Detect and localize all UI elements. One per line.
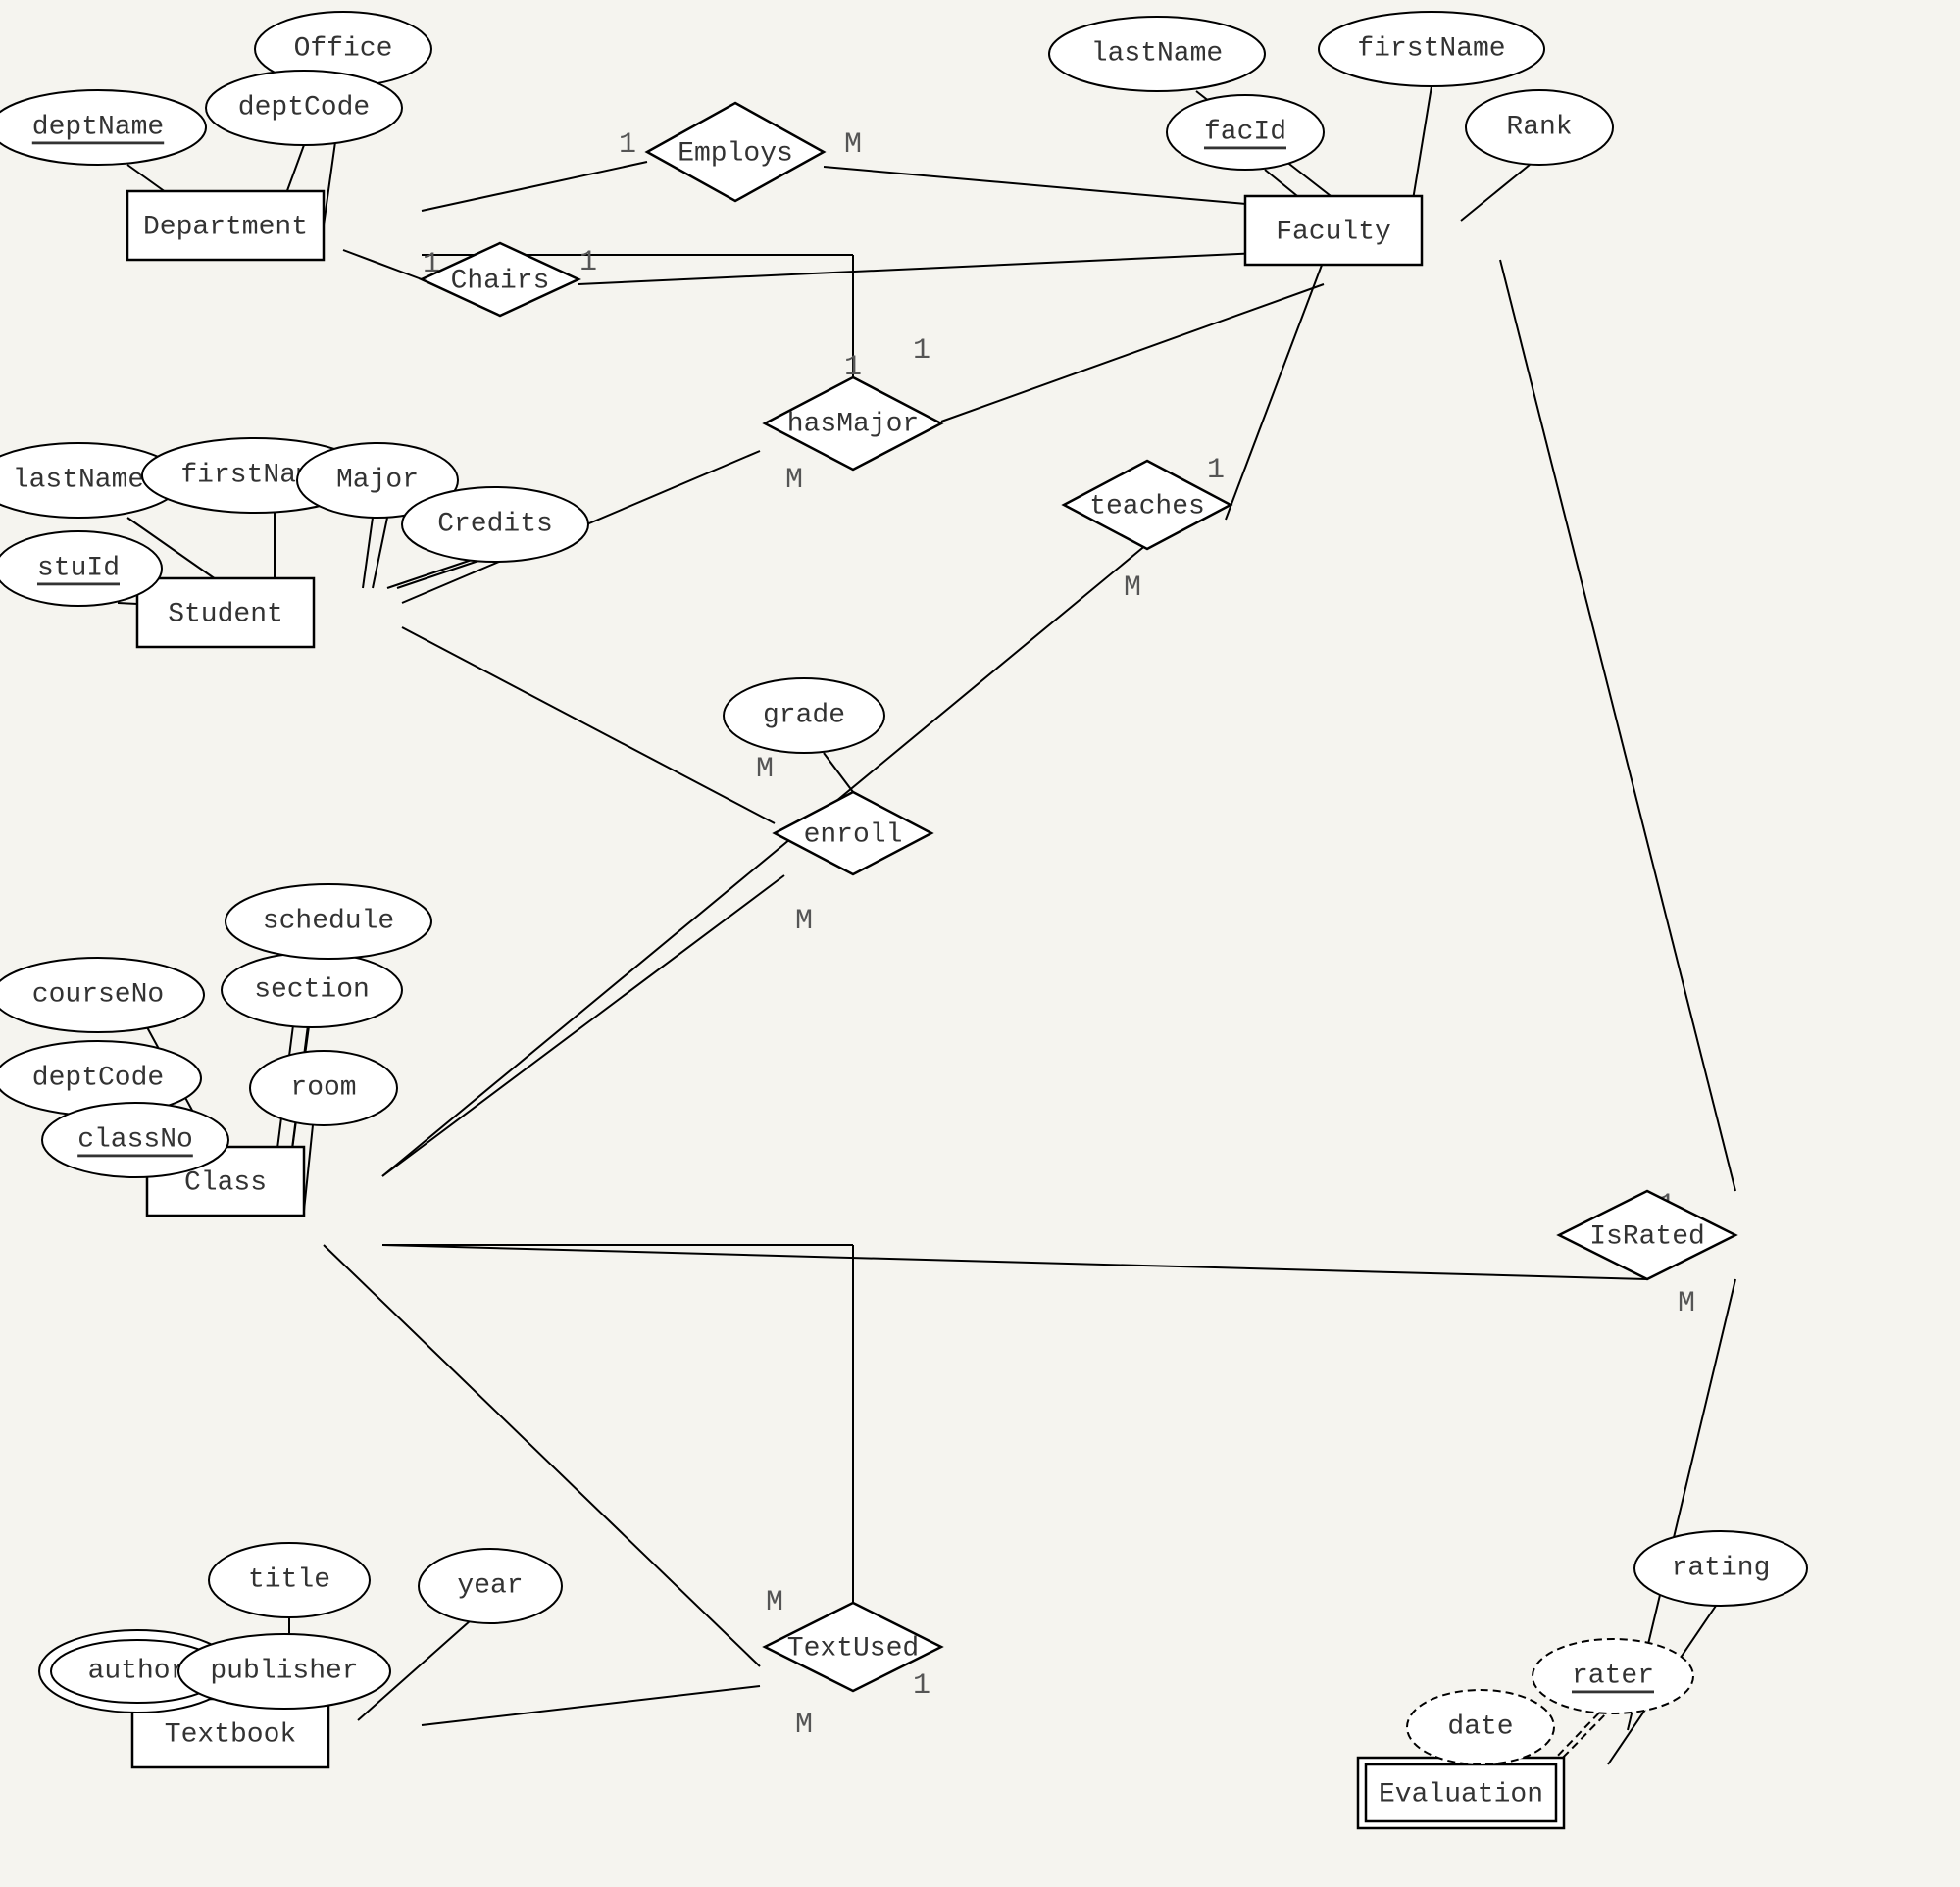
- entity-faculty-label: Faculty: [1276, 218, 1391, 248]
- attr-room-label: room: [290, 1073, 356, 1104]
- attr-classno-label: classNo: [77, 1125, 193, 1156]
- attr-firstname-fac-label: firstName: [1357, 34, 1505, 65]
- attr-rank-label: Rank: [1506, 113, 1572, 143]
- entity-student-label: Student: [168, 600, 283, 630]
- svg-text:1: 1: [619, 128, 636, 162]
- attr-deptname-label: deptName: [32, 113, 164, 143]
- attr-credits-label: Credits: [437, 510, 553, 540]
- rel-enroll-label: enroll: [804, 820, 903, 851]
- svg-text:M: M: [1678, 1287, 1695, 1320]
- svg-text:M: M: [795, 1709, 813, 1742]
- attr-deptcode-cls-label: deptCode: [32, 1064, 164, 1094]
- attr-lastname-fac-label: lastName: [1091, 39, 1223, 70]
- svg-text:M: M: [756, 753, 774, 786]
- attr-section-label: section: [254, 975, 370, 1006]
- entity-department-label: Department: [143, 213, 308, 243]
- attr-title-label: title: [248, 1565, 330, 1596]
- attr-date-label: date: [1447, 1713, 1513, 1743]
- attr-facid-label: facId: [1204, 118, 1286, 148]
- svg-text:1: 1: [579, 246, 597, 279]
- attr-lastname-stu-label: lastName: [13, 466, 144, 496]
- svg-text:M: M: [766, 1586, 783, 1619]
- attr-author-label: author: [88, 1657, 187, 1687]
- svg-text:M: M: [785, 464, 803, 497]
- rel-employs-label: Employs: [678, 139, 793, 170]
- attr-major-label: Major: [336, 466, 419, 496]
- svg-text:M: M: [795, 905, 813, 938]
- attr-stuid-label: stuId: [37, 554, 120, 584]
- attr-schedule-label: schedule: [263, 907, 394, 937]
- svg-text:1: 1: [913, 1669, 930, 1703]
- entity-textbook-label: Textbook: [165, 1720, 296, 1751]
- svg-text:M: M: [844, 128, 862, 162]
- rel-teaches-label: teaches: [1089, 492, 1205, 522]
- rel-chairs-label: Chairs: [451, 267, 550, 297]
- attr-grade-label: grade: [763, 701, 845, 731]
- attr-courseno-label: courseNo: [32, 980, 164, 1011]
- attr-deptcode-dept-label: deptCode: [238, 93, 370, 124]
- attr-rater-label: rater: [1572, 1662, 1654, 1692]
- attr-office-label: Office: [294, 34, 393, 65]
- rel-hasmajor-label: hasMajor: [787, 410, 919, 440]
- svg-text:M: M: [1124, 571, 1141, 605]
- attr-rating-label: rating: [1672, 1554, 1771, 1584]
- rel-textused-label: TextUsed: [787, 1634, 919, 1664]
- entity-class-label: Class: [184, 1168, 267, 1199]
- svg-text:1: 1: [913, 334, 930, 368]
- attr-year-label: year: [457, 1571, 523, 1602]
- svg-text:1: 1: [1207, 454, 1225, 487]
- rel-israted-label: IsRated: [1589, 1222, 1705, 1253]
- entity-evaluation-label: Evaluation: [1379, 1780, 1543, 1811]
- attr-publisher-label: publisher: [210, 1657, 358, 1687]
